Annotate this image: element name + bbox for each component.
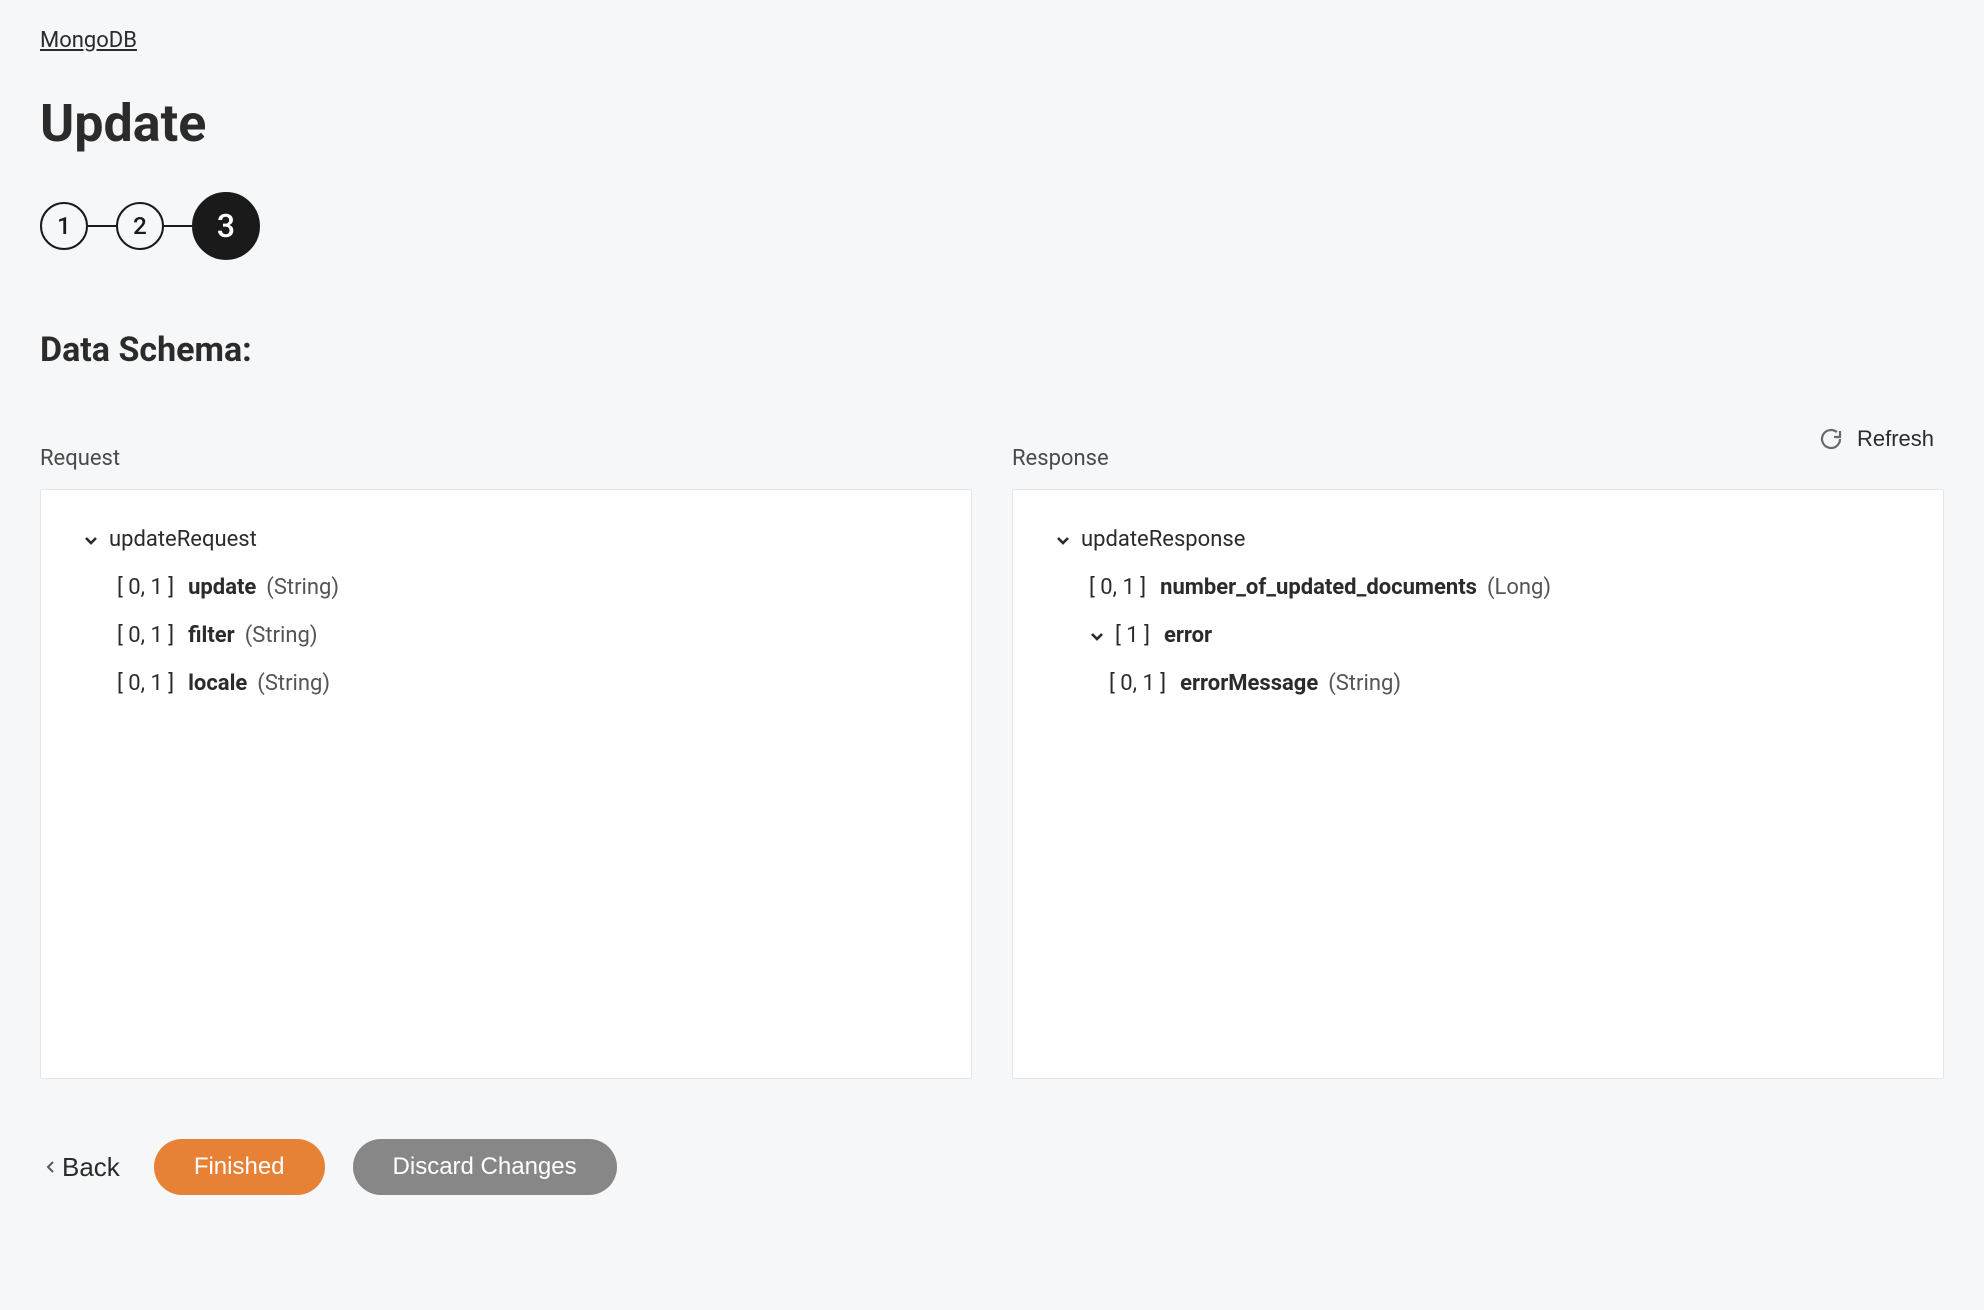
tree-node-root[interactable]: updateResponse bbox=[1055, 524, 1901, 556]
field-cardinality: [ 0, 1 ] bbox=[1089, 572, 1146, 604]
tree-root-name: updateResponse bbox=[1081, 524, 1245, 556]
step-connector bbox=[164, 225, 192, 227]
breadcrumb-link[interactable]: MongoDB bbox=[40, 28, 137, 53]
field-type: (String) bbox=[1328, 668, 1401, 700]
field-type: (String) bbox=[245, 620, 318, 652]
back-label: Back bbox=[62, 1152, 120, 1183]
step-3[interactable]: 3 bbox=[192, 192, 260, 260]
request-column: Request updateRequest [ 0, 1 ] update (S… bbox=[40, 446, 972, 1079]
back-button[interactable]: Back bbox=[40, 1152, 126, 1183]
discard-changes-button[interactable]: Discard Changes bbox=[353, 1139, 617, 1195]
field-type: (Long) bbox=[1487, 572, 1551, 604]
stepper: 1 2 3 bbox=[40, 192, 1944, 260]
tree-node-field[interactable]: [ 0, 1 ] filter (String) bbox=[83, 620, 929, 652]
tree-node-field[interactable]: [ 0, 1 ] locale (String) bbox=[83, 668, 929, 700]
chevron-down-icon bbox=[1055, 532, 1071, 548]
tree-node-field[interactable]: [ 0, 1 ] errorMessage (String) bbox=[1055, 668, 1901, 700]
response-column: Response updateResponse [ 0, 1 ] number_… bbox=[1012, 446, 1944, 1079]
tree-node-root[interactable]: updateRequest bbox=[83, 524, 929, 556]
footer-actions: Back Finished Discard Changes bbox=[40, 1139, 1944, 1195]
page-title: Update bbox=[40, 93, 1944, 154]
field-name: locale bbox=[188, 668, 247, 700]
field-type: (String) bbox=[266, 572, 339, 604]
field-type: (String) bbox=[257, 668, 330, 700]
field-name: number_of_updated_documents bbox=[1160, 572, 1477, 604]
step-1[interactable]: 1 bbox=[40, 202, 88, 250]
field-name: error bbox=[1164, 620, 1212, 652]
response-label: Response bbox=[1012, 446, 1944, 471]
step-2[interactable]: 2 bbox=[116, 202, 164, 250]
field-name: errorMessage bbox=[1180, 668, 1318, 700]
step-connector bbox=[88, 225, 116, 227]
field-name: filter bbox=[188, 620, 235, 652]
finished-button[interactable]: Finished bbox=[154, 1139, 325, 1195]
tree-node-error[interactable]: [ 1 ] error bbox=[1055, 620, 1901, 652]
chevron-left-icon bbox=[46, 1160, 56, 1174]
request-label: Request bbox=[40, 446, 972, 471]
chevron-down-icon bbox=[83, 532, 99, 548]
response-panel: updateResponse [ 0, 1 ] number_of_update… bbox=[1012, 489, 1944, 1079]
tree-node-field[interactable]: [ 0, 1 ] number_of_updated_documents (Lo… bbox=[1055, 572, 1901, 604]
field-cardinality: [ 0, 1 ] bbox=[117, 572, 174, 604]
tree-node-field[interactable]: [ 0, 1 ] update (String) bbox=[83, 572, 929, 604]
field-name: update bbox=[188, 572, 256, 604]
field-cardinality: [ 1 ] bbox=[1115, 620, 1150, 652]
field-cardinality: [ 0, 1 ] bbox=[117, 668, 174, 700]
tree-root-name: updateRequest bbox=[109, 524, 257, 556]
request-panel: updateRequest [ 0, 1 ] update (String) [… bbox=[40, 489, 972, 1079]
chevron-down-icon bbox=[1089, 628, 1105, 644]
section-title: Data Schema: bbox=[40, 330, 1944, 370]
field-cardinality: [ 0, 1 ] bbox=[1109, 668, 1166, 700]
field-cardinality: [ 0, 1 ] bbox=[117, 620, 174, 652]
